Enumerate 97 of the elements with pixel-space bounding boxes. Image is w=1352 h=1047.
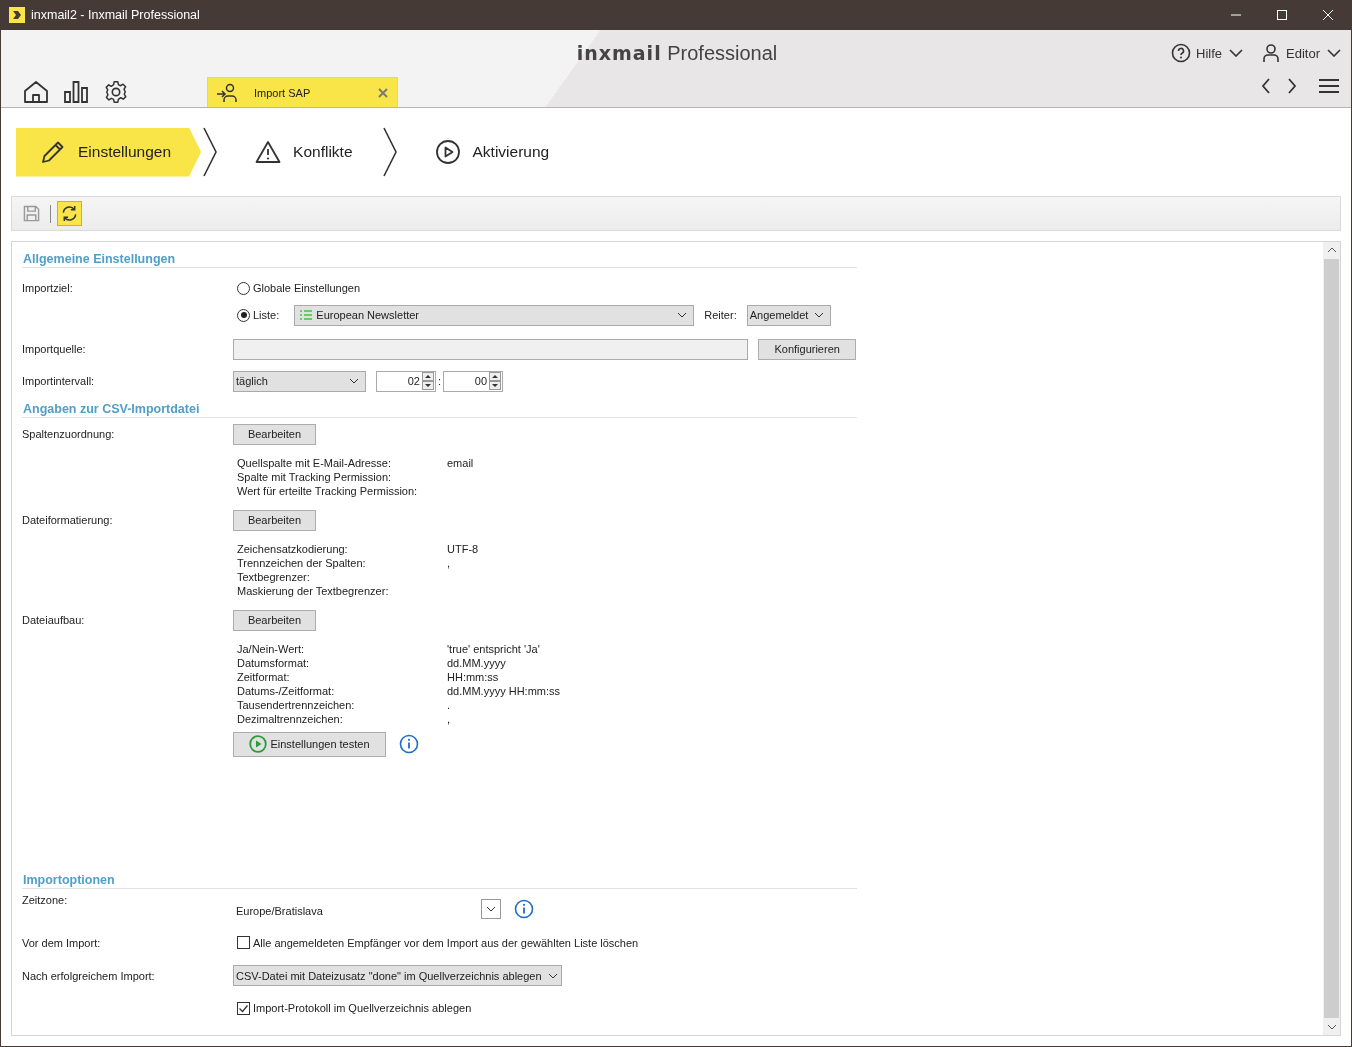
field-label: Vor dem Import: (22, 936, 102, 949)
setting-name: Spalte mit Tracking Permission: (237, 470, 393, 484)
setting-value: , (447, 712, 451, 726)
field-label: Nach erfolgreichem Import: (22, 969, 156, 982)
vertical-scrollbar[interactable] (1323, 242, 1340, 1035)
hour-spinner[interactable]: 02 (376, 370, 436, 392)
play-circle-icon (434, 139, 461, 165)
info-icon[interactable] (514, 899, 534, 919)
app-logo-icon (9, 7, 25, 23)
info-icon[interactable] (399, 734, 419, 754)
spinner-arrows-icon[interactable] (422, 372, 434, 390)
section-title: Importoptionen (22, 863, 857, 889)
refresh-icon (61, 205, 78, 222)
setting-value: email (447, 456, 474, 470)
setting-name: Zeitformat: (237, 670, 291, 684)
step-separator-icon (203, 127, 218, 177)
radio-button[interactable] (237, 308, 250, 322)
scroll-up-icon[interactable] (1326, 247, 1337, 253)
setting-value: . (447, 698, 451, 712)
edit-button[interactable]: Bearbeiten (233, 509, 316, 531)
list-icon (300, 310, 313, 320)
home-icon[interactable] (23, 80, 49, 104)
chevron-down-icon (349, 378, 359, 384)
setting-name: Textbegrenzer: (237, 570, 311, 584)
scrollbar-thumb[interactable] (1324, 259, 1339, 1018)
setting-name: Dezimaltrennzeichen: (237, 712, 344, 726)
section-title: Allgemeine Einstellungen (22, 242, 857, 268)
field-label: Spaltenzuordnung: (22, 428, 116, 440)
setting-name: Tausendertrennzeichen: (237, 698, 356, 712)
refresh-button[interactable] (57, 201, 82, 226)
tab-dropdown[interactable]: Angemeldet (746, 304, 831, 326)
scroll-down-icon[interactable] (1326, 1024, 1337, 1030)
field-label: Importziel: (22, 282, 74, 294)
edit-button[interactable]: Bearbeiten (233, 609, 316, 631)
radio-button[interactable] (237, 281, 250, 295)
radio-option[interactable]: Globale Einstellungen (233, 281, 361, 295)
user-import-icon (216, 82, 238, 103)
setting-name: Ja/Nein-Wert: (237, 642, 306, 656)
dropdown-button[interactable] (481, 899, 501, 919)
section-title: Angaben zur CSV-Importdatei (22, 397, 857, 418)
step-separator-icon (382, 127, 397, 177)
setting-value: UTF-8 (447, 542, 479, 556)
setting-value: 'true' entspricht 'Ja' (447, 642, 540, 656)
setting-name: Wert für erteilte Tracking Permission: (237, 484, 419, 498)
menu-icon[interactable] (1319, 78, 1339, 94)
configure-button[interactable]: Konfigurieren (758, 338, 856, 360)
field-label: Reiter: (704, 309, 737, 321)
settings-icon[interactable] (103, 80, 129, 104)
setting-name: Trennzeichen der Spalten: (237, 556, 367, 570)
setting-value: , (447, 556, 451, 570)
wizard-step[interactable]: Konflikte (231, 127, 381, 177)
setting-value: HH:mm:ss (447, 670, 499, 684)
checkbox-option[interactable]: Alle angemeldeten Empfänger vor dem Import aus der gewählten Liste löschen (233, 936, 639, 949)
interval-dropdown[interactable]: täglich (233, 370, 366, 392)
after-import-dropdown[interactable]: CSV-Datei mit Dateizusatz "done" im Quellverzeichnis ablegen (233, 965, 562, 986)
setting-name: Quellspalte mit E-Mail-Adresse: (237, 456, 393, 470)
radio-option[interactable]: Liste: (233, 308, 280, 322)
chevron-down-icon (547, 972, 558, 979)
window-title: inxmail2 - Inxmail Professional (31, 8, 200, 22)
pencil-icon (40, 139, 66, 165)
user-menu[interactable]: Editor (1261, 43, 1341, 63)
chevron-down-icon (1229, 49, 1244, 57)
time-separator: : (438, 375, 442, 387)
setting-value: dd.MM.yyyy (447, 656, 506, 670)
list-dropdown[interactable]: European Newsletter (294, 304, 695, 326)
play-circle-icon (249, 735, 268, 753)
help-menu[interactable]: Hilfe (1171, 43, 1244, 63)
checkbox-option[interactable]: Import-Protokoll im Quellverzeichnis ablegen (233, 1001, 472, 1015)
field-label: Dateiformatierung: (22, 514, 114, 526)
product-logo: inxmail Professional (576, 42, 778, 65)
setting-name: Datumsformat: (237, 656, 311, 670)
help-icon (1171, 43, 1191, 63)
document-tab[interactable]: Import SAP (207, 77, 398, 107)
setting-value: dd.MM.yyyy HH:mm:ss (447, 684, 561, 698)
chevron-down-icon (677, 312, 688, 318)
wizard-step[interactable]: Aktivierung (410, 127, 578, 177)
user-icon (1261, 43, 1282, 63)
bar-chart-icon[interactable] (63, 80, 89, 104)
import-source-field[interactable] (233, 338, 749, 360)
field-label: Dateiaufbau: (22, 614, 86, 626)
minute-spinner[interactable]: 00 (443, 370, 504, 392)
checkbox[interactable] (237, 1001, 250, 1015)
wizard-step[interactable]: Einstellungen (16, 127, 202, 177)
chevron-down-icon (1327, 49, 1341, 57)
checkbox[interactable] (237, 936, 250, 949)
warning-icon (255, 139, 282, 165)
edit-button[interactable]: Bearbeiten (233, 423, 316, 445)
timezone-value: Europe/Bratislava (236, 904, 324, 917)
field-label: Zeitzone: (22, 894, 69, 906)
field-label: Importquelle: (22, 343, 87, 355)
field-label: Importintervall: (22, 375, 96, 387)
setting-name: Maskierung der Textbegrenzer: (237, 584, 390, 598)
setting-name: Datums-/Zeitformat: (237, 684, 336, 698)
setting-name: Zeichensatzkodierung: (237, 542, 349, 556)
chevron-down-icon (814, 312, 825, 318)
test-settings-button[interactable]: Einstellungen testen (233, 731, 386, 757)
spinner-arrows-icon[interactable] (489, 372, 502, 390)
